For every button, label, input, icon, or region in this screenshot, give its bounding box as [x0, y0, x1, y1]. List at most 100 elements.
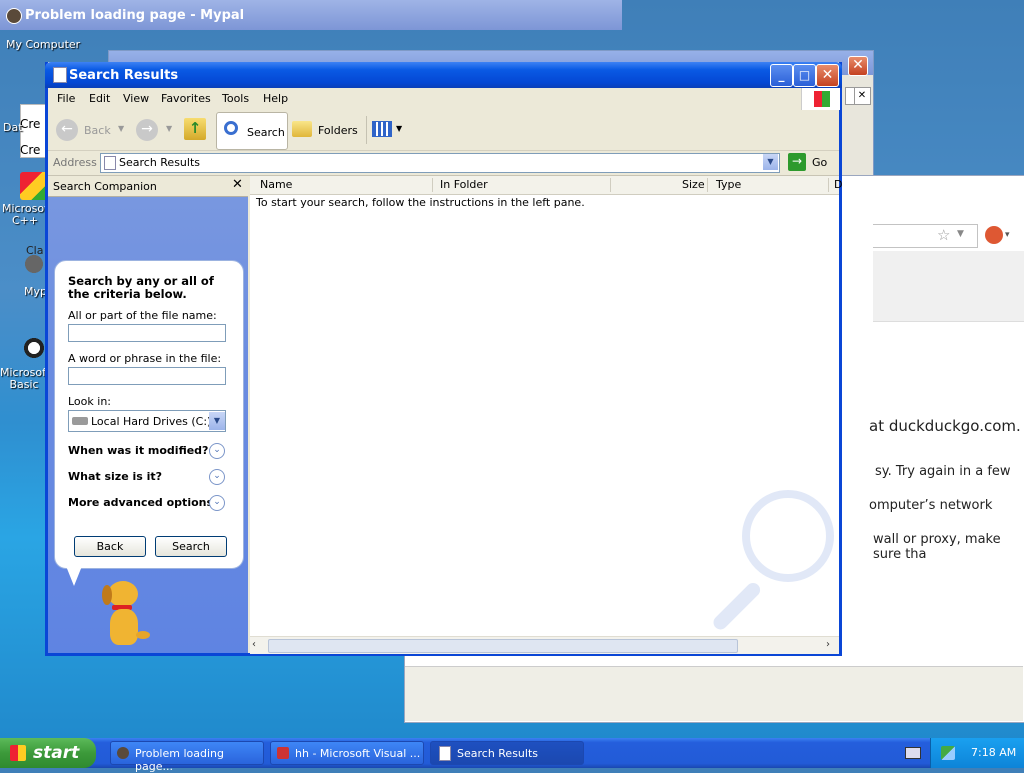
search-results-icon [439, 746, 451, 761]
column-separator[interactable] [610, 178, 611, 192]
menu-favorites[interactable]: Favorites [161, 92, 211, 105]
taskbar-item-mypal[interactable]: Problem loading page... [110, 741, 264, 773]
clock[interactable]: 7:18 AM [971, 746, 1016, 759]
menu-view[interactable]: View [123, 92, 149, 105]
dropdown-icon[interactable]: ▾ [1005, 230, 1010, 240]
address-value: Search Results [119, 156, 201, 169]
horizontal-scrollbar[interactable]: ‹ › [250, 636, 839, 654]
browser-bottom-bar [405, 666, 1023, 721]
address-input[interactable]: Search Results ▼ [100, 153, 780, 173]
folders-button[interactable]: Folders [292, 119, 362, 141]
taskbar-item-search[interactable]: Search Results [430, 741, 584, 765]
desktop-icon-label-my-computer[interactable]: My Computer [6, 38, 80, 51]
phrase-label: A word or phrase in the file: [68, 352, 222, 365]
phrase-input[interactable] [68, 367, 226, 385]
mypal-icon [117, 747, 129, 759]
filename-input[interactable] [68, 324, 226, 342]
taskbar-item-visual[interactable]: hh - Microsoft Visual ... [270, 741, 424, 765]
back-button[interactable]: Back [74, 536, 146, 557]
desktop-icon-label-cpp[interactable]: Microsoft C++ [2, 203, 52, 227]
forward-arrow-icon[interactable]: → [136, 119, 158, 141]
close-icon[interactable]: ✕ [816, 64, 839, 87]
search-button[interactable]: Search [216, 112, 288, 150]
chevron-down-icon[interactable]: ⌄ [209, 469, 225, 485]
browser-urlbar[interactable]: ☆ ▼ [873, 224, 978, 248]
column-date[interactable]: D [834, 178, 842, 191]
dropdown-icon: ▼ [118, 124, 125, 133]
address-dropdown-icon[interactable]: ▼ [763, 154, 778, 170]
up-folder-icon[interactable]: ↑ [184, 118, 206, 140]
error-line-2: sy. Try again in a few [875, 464, 1011, 479]
views-button[interactable]: ▼ [372, 120, 406, 140]
network-icon[interactable] [941, 746, 955, 760]
column-separator[interactable] [432, 178, 433, 192]
magnifier-icon [224, 121, 238, 135]
companion-header-title: Search Companion [53, 180, 157, 193]
column-separator[interactable] [707, 178, 708, 192]
back-button[interactable]: ← Back ▼ [56, 119, 126, 141]
lookin-select[interactable]: Local Hard Drives (C:) ▼ [68, 410, 226, 432]
menu-help[interactable]: Help [263, 92, 288, 105]
column-size[interactable]: Size [682, 178, 705, 191]
start-button[interactable]: start [0, 738, 96, 768]
folders-icon [292, 121, 312, 137]
vb-icon[interactable] [20, 334, 48, 362]
option-size-label: What size is it? [68, 470, 163, 483]
mypal-desktop-icon[interactable] [20, 250, 48, 278]
dropdown-icon[interactable]: ▼ [166, 124, 172, 133]
close-icon[interactable] [845, 87, 855, 105]
lookin-value: Local Hard Drives (C:) [91, 415, 212, 428]
search-label: Search [247, 126, 285, 139]
taskbar-item-label: Problem loading page... [135, 747, 224, 773]
option-modified[interactable]: When was it modified? ⌄ [68, 443, 230, 459]
chevron-down-icon[interactable]: ⌄ [209, 495, 225, 511]
criteria-bubble: Search by any or all of the criteria bel… [54, 260, 244, 569]
magnifier-handle-icon [710, 580, 763, 633]
search-button[interactable]: Search [155, 536, 227, 557]
option-size[interactable]: What size is it? ⌄ [68, 469, 230, 485]
cpp-icon[interactable] [20, 172, 48, 200]
desktop-icon-label-dat[interactable]: Dat [3, 121, 23, 134]
minimize-icon[interactable]: _ [770, 64, 793, 87]
visual-studio-icon [277, 747, 289, 759]
bubble-tail [66, 566, 82, 586]
option-advanced[interactable]: More advanced options ⌄ [68, 495, 230, 511]
column-type[interactable]: Type [716, 178, 741, 191]
go-button[interactable]: → Go [788, 153, 832, 171]
toolbar-separator [366, 116, 367, 144]
menu-file[interactable]: File [57, 92, 75, 105]
close-icon[interactable]: ✕ [853, 87, 871, 105]
chevron-down-icon: ▼ [209, 412, 225, 430]
partial-text-cre-1: Cre [20, 117, 41, 131]
scrollbar-thumb[interactable] [268, 639, 738, 653]
search-dog-icon[interactable] [98, 581, 156, 651]
menu-tools[interactable]: Tools [222, 92, 249, 105]
taskbar: start Problem loading page... hh - Micro… [0, 738, 1024, 773]
desktop-icon-label-myp[interactable]: Myp [24, 285, 47, 298]
dropdown-icon[interactable]: ▼ [957, 229, 964, 239]
column-name[interactable]: Name [260, 178, 292, 191]
close-icon[interactable]: ✕ [232, 177, 243, 192]
column-separator[interactable] [828, 178, 829, 192]
dog-ear-icon [102, 585, 112, 605]
scroll-right-icon[interactable]: › [826, 639, 830, 650]
scroll-left-icon[interactable]: ‹ [252, 639, 256, 650]
chevron-down-icon[interactable]: ⌄ [209, 443, 225, 459]
desktop-icon-label-vb[interactable]: Microsoft Basic [0, 367, 50, 391]
column-in-folder[interactable]: In Folder [440, 178, 488, 191]
browser-toolbar-strip [873, 251, 1024, 322]
duckduckgo-icon[interactable] [985, 226, 1003, 244]
results-column-header: Name In Folder Size Type D [250, 176, 842, 195]
window-titlebar[interactable]: Search Results _ □ ✕ [45, 62, 842, 88]
background-browser-titlebar[interactable]: Problem loading page - Mypal [0, 0, 622, 30]
windows-flag-icon [814, 91, 830, 107]
star-icon[interactable]: ☆ [937, 226, 950, 244]
go-label: Go [812, 156, 828, 169]
dog-tail-icon [136, 631, 150, 639]
menu-edit[interactable]: Edit [89, 92, 110, 105]
folders-label: Folders [318, 124, 358, 137]
maximize-icon[interactable]: □ [793, 64, 816, 87]
close-icon[interactable]: ✕ [848, 56, 868, 76]
keyboard-icon[interactable] [905, 747, 921, 759]
search-results-icon [104, 156, 116, 170]
